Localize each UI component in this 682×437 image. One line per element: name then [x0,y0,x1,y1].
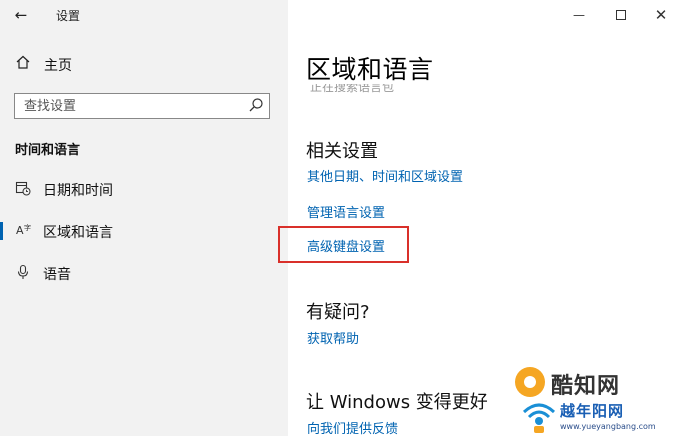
home-label: 主页 [44,58,72,74]
sidebar-item-label: 语音 [43,267,71,283]
home-icon [15,54,31,74]
kuzhi-logo-icon [515,367,545,397]
watermark-site-name: 酷知网 [551,374,621,399]
page-title: 区域和语言 [306,55,434,84]
wifi-person-logo-icon [522,403,556,433]
region-language-icon: A字 [15,222,31,238]
sidebar-item-label: 区域和语言 [43,225,113,241]
watermark-brand: 越年阳网 [560,402,625,420]
link-give-feedback[interactable]: 向我们提供反馈 [307,418,398,437]
search-box[interactable] [14,93,270,119]
faded-status-text: 正在搜索语言包 [310,84,395,94]
sidebar-item-home[interactable]: 主页 [0,52,288,78]
sidebar-item-region-language[interactable]: A字 区域和语言 [0,215,288,247]
watermark-url: www.yueyangbang.com [560,422,656,431]
search-input[interactable] [24,97,234,115]
sidebar: ← 设置 主页 时间和语言 日期和时间 A字 [0,0,288,436]
settings-window: ← 设置 主页 时间和语言 日期和时间 A字 [0,0,682,437]
related-settings-heading: 相关设置 [306,141,378,162]
link-get-help[interactable]: 获取帮助 [307,328,359,347]
maximize-icon[interactable] [608,4,634,26]
sidebar-item-speech[interactable]: 语音 [0,257,288,289]
sidebar-item-label: 日期和时间 [43,183,113,199]
improve-windows-heading: 让 Windows 变得更好 [306,392,488,413]
watermark-yueyang: 越年阳网 www.yueyangbang.com [520,398,682,436]
svg-text:字: 字 [24,223,31,232]
section-heading: 时间和语言 [15,143,81,158]
close-icon[interactable]: ✕ [648,4,674,26]
highlight-box [278,226,409,263]
svg-text:A: A [16,224,24,237]
active-indicator [0,222,3,240]
app-title: 设置 [56,9,81,23]
microphone-icon [15,264,31,280]
back-arrow-icon[interactable]: ← [10,4,32,26]
link-manage-language[interactable]: 管理语言设置 [307,202,385,221]
watermark-kuzhi: 酷知网 [515,364,660,400]
minimize-icon[interactable]: — [566,4,592,26]
search-icon[interactable] [247,96,265,114]
calendar-clock-icon [15,180,31,196]
link-other-date-time-region[interactable]: 其他日期、时间和区域设置 [307,166,463,185]
sidebar-item-date-time[interactable]: 日期和时间 [0,173,288,205]
title-bar: ← 设置 [0,0,288,30]
question-heading: 有疑问? [306,302,370,323]
